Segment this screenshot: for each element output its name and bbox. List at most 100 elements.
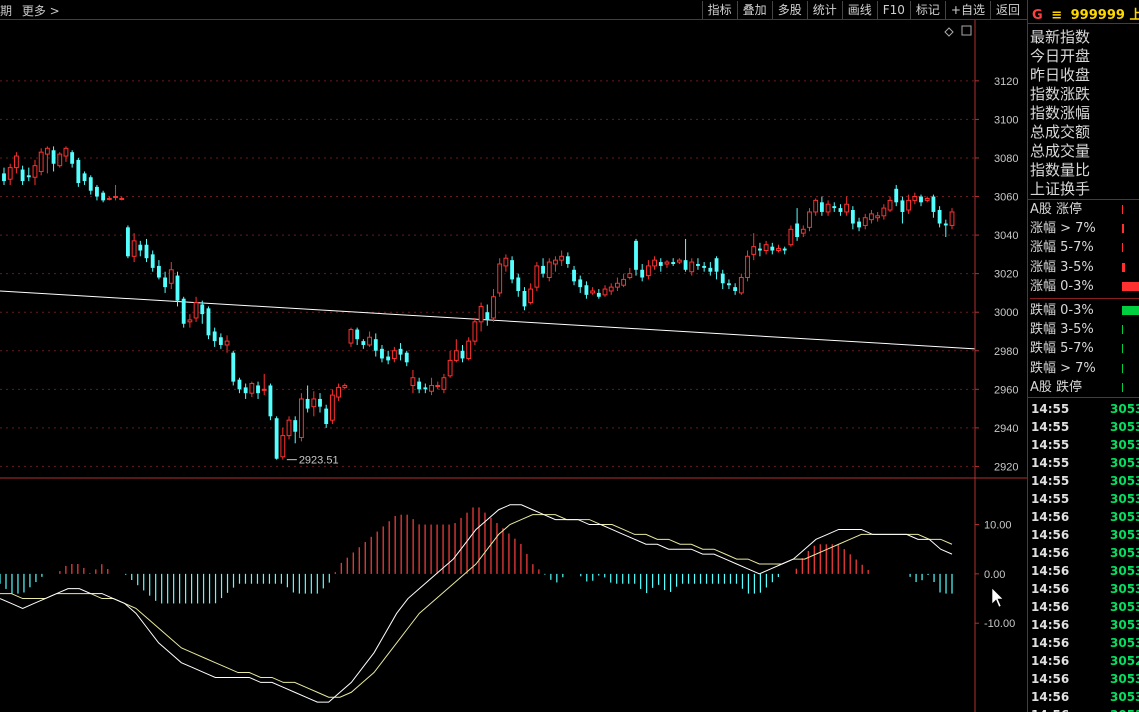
candle-body [150,254,155,268]
more-menu[interactable]: 更多 > [22,4,60,18]
breadth-bar [1122,382,1123,392]
candle-body [460,350,465,359]
candle-body [943,223,948,226]
tick-time: 14:55 [1031,473,1070,488]
add-watchlist-button[interactable]: +自选 [944,1,990,19]
candle [386,350,391,365]
candle-body [193,302,199,319]
candle [516,273,521,297]
dif-line [0,504,953,703]
candle [645,260,651,280]
breadth-label: 涨幅 0-3% [1030,278,1094,294]
breadth-label: 跌幅 0-3% [1030,302,1094,318]
candle-body [658,262,663,266]
breadth-bar [1122,344,1123,354]
tick-row: 14:55 3053 [1028,472,1139,490]
breadth-separator [1030,296,1139,299]
candle [782,246,787,255]
candle [813,198,819,216]
candle-body [298,398,304,439]
candle [324,404,329,428]
candle-body [361,341,366,345]
candle [776,244,781,253]
candle [578,275,583,293]
tick-row: 14:56 3053 [1028,508,1139,526]
macd-tick-label: -10.00 [984,618,1015,630]
price-tick-label: 3100 [994,114,1018,126]
candle-body [683,260,688,270]
price-tick-label: 3020 [994,269,1018,281]
candle [193,296,199,322]
candle [76,157,81,187]
candle-body [175,275,180,301]
back-button[interactable]: 返回 [989,1,1025,19]
breadth-row: A股 涨停 [1030,200,1139,219]
draw-line-button[interactable]: 画线 [841,1,877,19]
candle [738,273,744,295]
candle [32,159,38,185]
breadth-row: 跌幅 > 7% [1030,359,1139,378]
menu-icon[interactable]: ≡ [1051,8,1062,23]
candle [429,377,434,396]
candle [404,350,409,367]
candle [206,306,211,340]
candle-body [187,319,193,323]
chart-area[interactable]: 3120 3100 3080 3060 3040 3020 3000 2980 2960 2940… [0,20,1027,712]
tick-row: 14:56 3053 [1028,616,1139,634]
security-code: 999999 [1070,8,1125,23]
candle [373,333,378,357]
tick-row: 14:56 3053 [1028,598,1139,616]
candle [702,262,707,272]
candle-body [887,199,893,211]
indicator-button[interactable]: 指标 [701,1,737,19]
candle-body [106,197,112,200]
candle [13,152,19,174]
candle-body [429,384,434,392]
candle [906,194,912,214]
candle-body [949,211,955,226]
candle-body [702,265,707,268]
multi-stock-button[interactable]: 多股 [771,1,807,19]
tick-time: 14:56 [1031,509,1070,524]
mark-button[interactable]: 标记 [909,1,945,19]
candle [150,250,155,272]
candle [311,391,317,417]
candle [113,184,118,201]
candle [131,233,137,263]
candle [943,219,948,238]
candle-body [862,217,868,226]
candle [924,196,930,203]
candle-body [931,196,936,212]
toolbar-tools: 指标 叠加 多股 统计 画线 F10 标记 +自选 返回 [701,1,1025,19]
overlay-button[interactable]: 叠加 [736,1,772,19]
candle-body [200,304,205,315]
candle [342,383,348,390]
candle-body [572,269,576,282]
candle-body [101,192,106,201]
price-tick-label: 3080 [994,153,1018,165]
statistics-button[interactable]: 统计 [806,1,842,19]
toolbar-left: 期 更多 > [0,2,66,19]
price-grid [0,80,975,467]
candle [807,208,812,232]
candle [95,184,99,201]
candle [745,250,750,282]
price-tick-label: 3000 [994,307,1018,319]
candle [763,240,769,255]
candle-body [70,152,75,164]
f10-button[interactable]: F10 [876,1,910,19]
tick-time: 14:55 [1031,419,1070,434]
index-field-label: 上证换手 [1030,180,1091,198]
tick-list[interactable]: 14:55305314:55305314:55305314:55305314:5… [1028,398,1139,712]
period-label[interactable]: 期 [0,4,12,18]
candle [268,383,273,421]
candle [286,416,292,440]
candle [181,296,186,328]
candle-body [894,188,899,203]
candle [485,304,490,326]
tick-row: 14:56 3052 [1028,652,1139,670]
candle-body [906,199,912,211]
breadth-bar [1122,262,1125,272]
candle-body [478,305,484,323]
breadth-bar [1122,325,1124,335]
